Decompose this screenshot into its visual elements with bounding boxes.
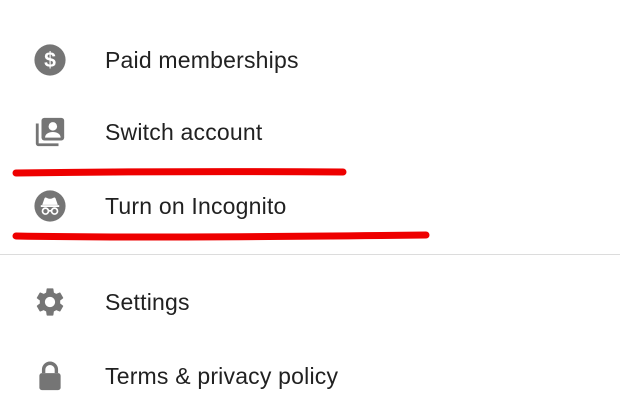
svg-text:$: $ [44, 48, 56, 72]
annotation-underline [12, 231, 430, 241]
menu-item-terms-privacy[interactable]: Terms & privacy policy [0, 343, 620, 409]
menu-item-label: Turn on Incognito [105, 192, 287, 219]
gear-icon [33, 285, 67, 319]
dollar-circle-icon: $ [33, 43, 67, 77]
lock-icon [33, 359, 67, 393]
menu-item-paid-memberships[interactable]: $ Paid memberships [0, 27, 620, 93]
incognito-icon [33, 189, 67, 223]
menu-item-label: Settings [105, 288, 190, 315]
menu-item-label: Switch account [105, 118, 263, 145]
annotation-underline [12, 168, 347, 177]
menu-item-label: Paid memberships [105, 46, 299, 73]
menu-item-label: Terms & privacy policy [105, 362, 339, 389]
menu-divider [0, 254, 620, 255]
menu-item-settings[interactable]: Settings [0, 269, 620, 335]
account-menu: $ Paid memberships Switch account Turn o… [0, 0, 620, 410]
menu-item-switch-account[interactable]: Switch account [0, 99, 620, 165]
switch-account-icon [33, 115, 67, 149]
